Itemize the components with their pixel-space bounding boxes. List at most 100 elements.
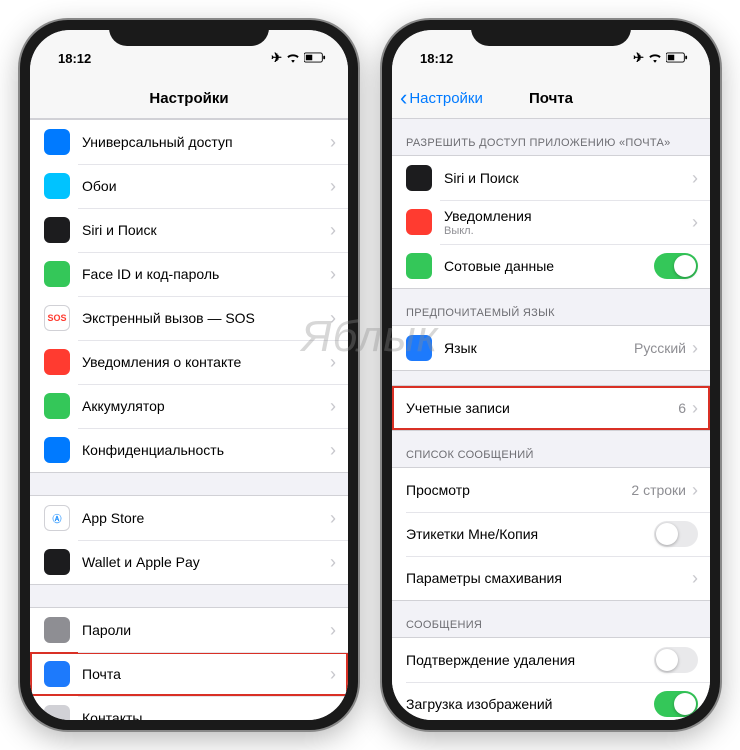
toggle-confirm-delete[interactable] bbox=[654, 647, 698, 673]
chevron-right-icon: › bbox=[692, 398, 698, 419]
phone-right: 18:12 ✈ ‹ Настройки Почта РАЗРЕШИТЬ ДОСТ… bbox=[382, 20, 720, 730]
row-privacy[interactable]: Конфиденциальность› bbox=[30, 428, 348, 472]
row-label: Почта bbox=[82, 666, 330, 682]
privacy-icon bbox=[44, 437, 70, 463]
battery-icon bbox=[44, 393, 70, 419]
row-load-images[interactable]: Загрузка изображений bbox=[392, 682, 710, 720]
row-exposure[interactable]: Уведомления о контакте› bbox=[30, 340, 348, 384]
row-swipe[interactable]: Параметры смахивания› bbox=[392, 556, 710, 600]
wifi-icon bbox=[648, 51, 662, 66]
chevron-right-icon: › bbox=[330, 552, 336, 573]
row-label: Обои bbox=[82, 178, 330, 194]
row-faceid[interactable]: Face ID и код-пароль› bbox=[30, 252, 348, 296]
wallet-icon bbox=[44, 549, 70, 575]
row-label: Аккумулятор bbox=[82, 398, 330, 414]
mail-settings-content[interactable]: РАЗРЕШИТЬ ДОСТУП ПРИЛОЖЕНИЮ «ПОЧТА»Siri … bbox=[392, 119, 710, 720]
chevron-left-icon: ‹ bbox=[400, 87, 407, 109]
row-value: Русский bbox=[634, 340, 686, 356]
battery-icon bbox=[666, 51, 688, 66]
battery-icon bbox=[304, 51, 326, 66]
language-icon bbox=[406, 335, 432, 361]
accessibility-icon bbox=[44, 129, 70, 155]
status-icons: ✈ bbox=[633, 50, 688, 66]
chevron-right-icon: › bbox=[330, 352, 336, 373]
settings-content[interactable]: Универсальный доступ›Обои›Siri и Поиск›F… bbox=[30, 119, 348, 720]
row-battery[interactable]: Аккумулятор› bbox=[30, 384, 348, 428]
siri-icon bbox=[44, 217, 70, 243]
wallpaper-icon bbox=[44, 173, 70, 199]
chevron-right-icon: › bbox=[330, 440, 336, 461]
status-time: 18:12 bbox=[58, 51, 91, 66]
row-cellular[interactable]: Сотовые данные bbox=[392, 244, 710, 288]
row-label: Siri и Поиск bbox=[444, 170, 692, 186]
chevron-right-icon: › bbox=[692, 480, 698, 501]
row-wallpaper[interactable]: Обои› bbox=[30, 164, 348, 208]
status-time: 18:12 bbox=[420, 51, 453, 66]
row-siri-search[interactable]: Siri и Поиск› bbox=[392, 156, 710, 200]
row-label: Параметры смахивания bbox=[406, 570, 692, 586]
row-label: Контакты bbox=[82, 710, 330, 720]
chevron-right-icon: › bbox=[330, 308, 336, 329]
row-preview[interactable]: Просмотр2 строки › bbox=[392, 468, 710, 512]
phone-left: 18:12 ✈ Настройки Универсальный доступ›О… bbox=[20, 20, 358, 730]
chevron-right-icon: › bbox=[330, 220, 336, 241]
chevron-right-icon: › bbox=[330, 132, 336, 153]
row-language[interactable]: ЯзыкРусский › bbox=[392, 326, 710, 370]
chevron-right-icon: › bbox=[330, 664, 336, 685]
row-labels[interactable]: Этикетки Мне/Копия bbox=[392, 512, 710, 556]
row-label: Просмотр bbox=[406, 482, 631, 498]
airplane-icon: ✈ bbox=[271, 50, 282, 66]
airplane-icon: ✈ bbox=[633, 50, 644, 66]
contacts-icon bbox=[44, 705, 70, 720]
row-siri[interactable]: Siri и Поиск› bbox=[30, 208, 348, 252]
section-header: СПИСОК СООБЩЕНИЙ bbox=[392, 431, 710, 467]
toggle-load-images[interactable] bbox=[654, 691, 698, 717]
chevron-right-icon: › bbox=[330, 620, 336, 641]
row-label: Экстренный вызов — SOS bbox=[82, 310, 330, 326]
row-label: Учетные записи bbox=[406, 400, 678, 416]
row-notifications[interactable]: УведомленияВыкл.› bbox=[392, 200, 710, 244]
notifications-icon bbox=[406, 209, 432, 235]
nav-bar: Настройки bbox=[30, 78, 348, 119]
nav-bar: ‹ Настройки Почта bbox=[392, 78, 710, 119]
row-label: Уведомления bbox=[444, 208, 692, 224]
appstore-icon: Ⓐ bbox=[44, 505, 70, 531]
row-label: Siri и Поиск bbox=[82, 222, 330, 238]
row-value: 2 строки bbox=[631, 482, 686, 498]
mail-icon bbox=[44, 661, 70, 687]
toggle-cellular[interactable] bbox=[654, 253, 698, 279]
back-button[interactable]: ‹ Настройки bbox=[400, 87, 483, 109]
row-sublabel: Выкл. bbox=[444, 225, 692, 237]
faceid-icon bbox=[44, 261, 70, 287]
chevron-right-icon: › bbox=[330, 708, 336, 721]
row-label: Загрузка изображений bbox=[406, 696, 654, 712]
row-contacts[interactable]: Контакты› bbox=[30, 696, 348, 720]
page-title: Почта bbox=[529, 90, 573, 107]
row-label: Подтверждение удаления bbox=[406, 652, 654, 668]
cellular-icon bbox=[406, 253, 432, 279]
row-label: Уведомления о контакте bbox=[82, 354, 330, 370]
chevron-right-icon: › bbox=[692, 568, 698, 589]
section-header: СООБЩЕНИЯ bbox=[392, 601, 710, 637]
chevron-right-icon: › bbox=[330, 396, 336, 417]
row-passwords[interactable]: Пароли› bbox=[30, 608, 348, 652]
row-label: App Store bbox=[82, 510, 330, 526]
row-wallet[interactable]: Wallet и Apple Pay› bbox=[30, 540, 348, 584]
chevron-right-icon: › bbox=[330, 264, 336, 285]
row-label: Wallet и Apple Pay bbox=[82, 554, 330, 570]
row-label: Язык bbox=[444, 340, 634, 356]
row-accessibility[interactable]: Универсальный доступ› bbox=[30, 120, 348, 164]
wifi-icon bbox=[286, 51, 300, 66]
row-sos[interactable]: SOSЭкстренный вызов — SOS› bbox=[30, 296, 348, 340]
chevron-right-icon: › bbox=[692, 338, 698, 359]
page-title: Настройки bbox=[149, 90, 228, 107]
row-accounts[interactable]: Учетные записи6› bbox=[392, 386, 710, 430]
row-confirm-delete[interactable]: Подтверждение удаления bbox=[392, 638, 710, 682]
row-label: Этикетки Мне/Копия bbox=[406, 526, 654, 542]
row-appstore[interactable]: ⒶApp Store› bbox=[30, 496, 348, 540]
exposure-icon bbox=[44, 349, 70, 375]
status-icons: ✈ bbox=[271, 50, 326, 66]
toggle-labels[interactable] bbox=[654, 521, 698, 547]
row-mail[interactable]: Почта› bbox=[30, 652, 348, 696]
row-label: Универсальный доступ bbox=[82, 134, 330, 150]
